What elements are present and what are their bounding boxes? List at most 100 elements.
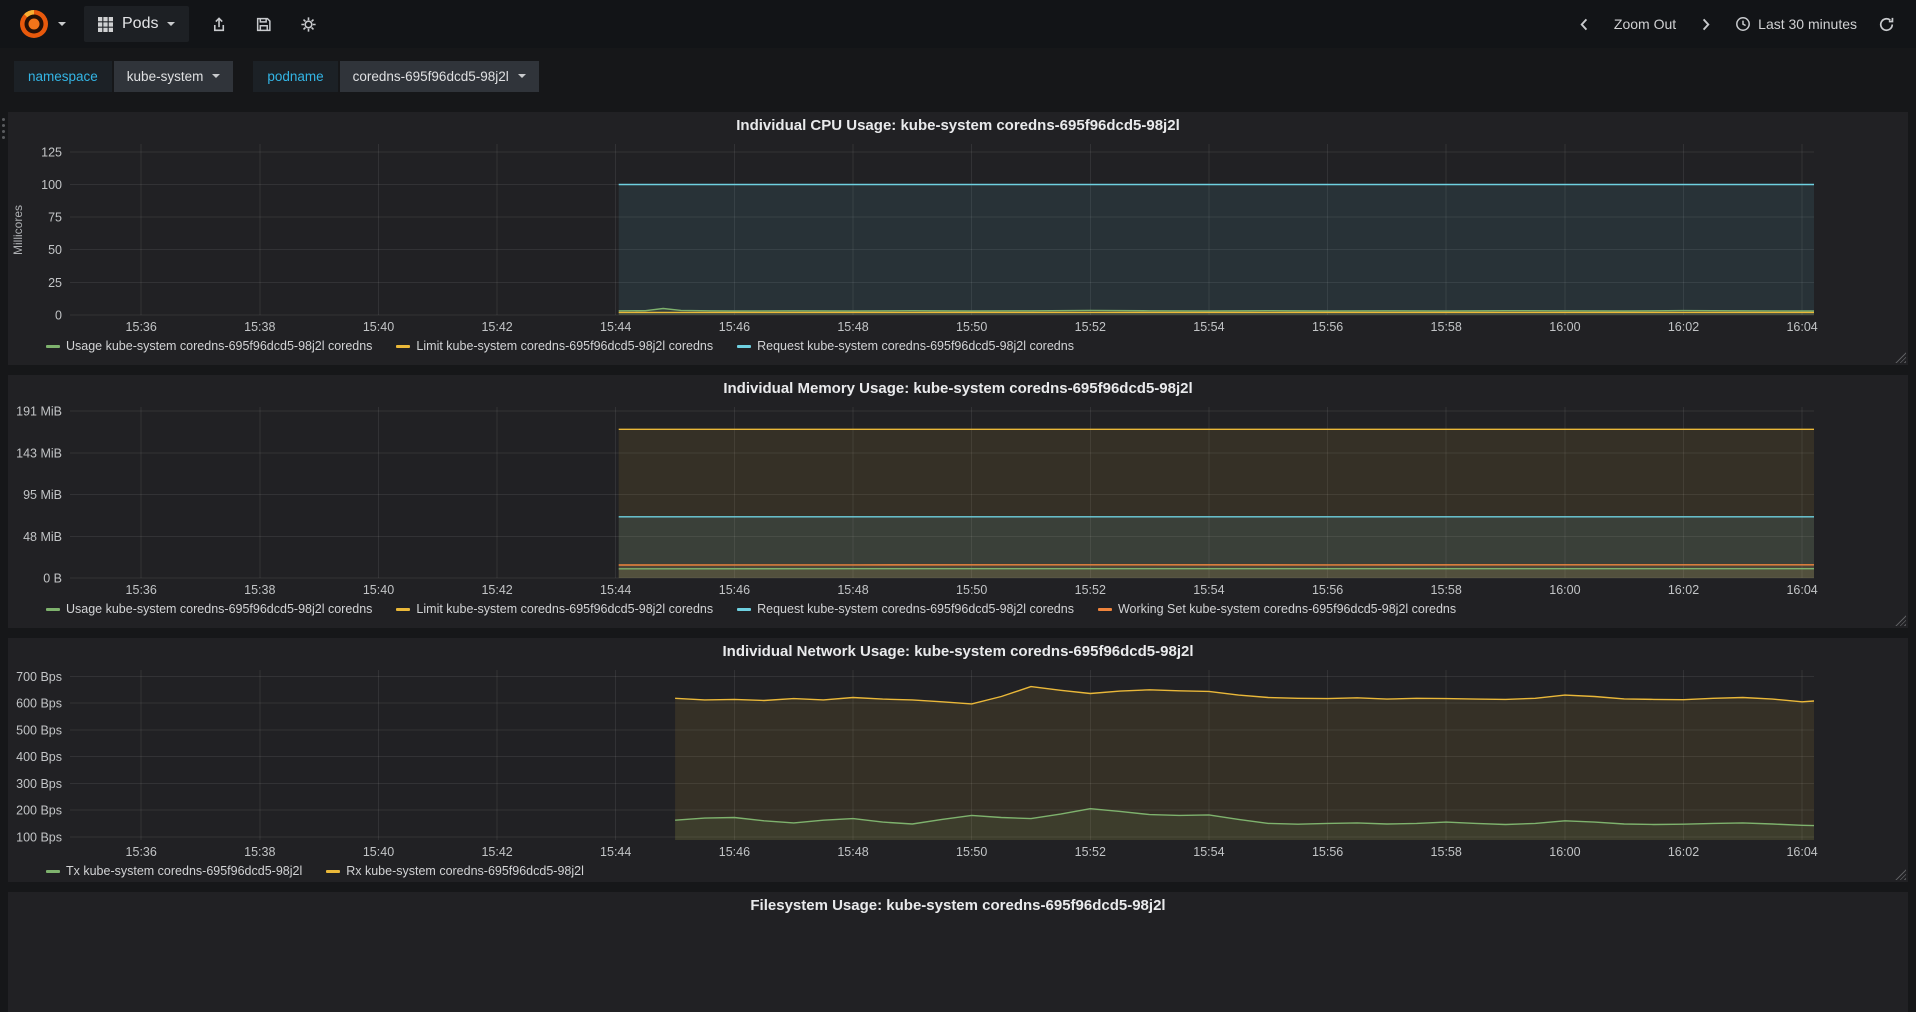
refresh-button[interactable] bbox=[1871, 10, 1902, 39]
svg-text:15:56: 15:56 bbox=[1312, 583, 1343, 597]
svg-text:16:00: 16:00 bbox=[1549, 845, 1580, 859]
panel-title-network[interactable]: Individual Network Usage: kube-system co… bbox=[8, 638, 1908, 664]
time-shift-forward-button[interactable] bbox=[1690, 10, 1721, 39]
svg-text:50: 50 bbox=[48, 243, 62, 257]
variable-podname-value: coredns-695f96dcd5-98j2l bbox=[352, 68, 509, 84]
variable-podname-dropdown[interactable]: coredns-695f96dcd5-98j2l bbox=[339, 60, 539, 92]
row-drag-handle[interactable] bbox=[2, 118, 5, 139]
caret-down-icon bbox=[58, 22, 66, 26]
svg-text:15:38: 15:38 bbox=[244, 583, 275, 597]
svg-text:15:40: 15:40 bbox=[363, 583, 394, 597]
legend-series-swatch bbox=[737, 344, 752, 348]
share-icon bbox=[214, 16, 225, 31]
svg-text:100 Bps: 100 Bps bbox=[16, 830, 62, 844]
svg-text:15:54: 15:54 bbox=[1193, 845, 1224, 859]
dashboard-settings-button[interactable] bbox=[293, 10, 324, 39]
svg-text:15:50: 15:50 bbox=[956, 320, 987, 334]
panel-network-usage: Individual Network Usage: kube-system co… bbox=[8, 638, 1908, 882]
network-usage-chart[interactable]: 15:36 15:38 15:40 15:42 15:44 15:46 15:48 15:50… bbox=[8, 664, 1908, 860]
zoom-out-button[interactable]: Zoom Out bbox=[1606, 10, 1684, 38]
clock-icon bbox=[1736, 17, 1751, 31]
legend-item[interactable]: Limit kube-system coredns-695f96dcd5-98j… bbox=[396, 602, 713, 616]
svg-text:15:52: 15:52 bbox=[1075, 320, 1106, 334]
svg-text:15:40: 15:40 bbox=[363, 845, 394, 859]
svg-text:16:02: 16:02 bbox=[1668, 320, 1699, 334]
cpu-chart-legend: Usage kube-system coredns-695f96dcd5-98j… bbox=[8, 335, 1908, 357]
variable-namespace-dropdown[interactable]: kube-system bbox=[113, 60, 234, 92]
dashboard-title: Pods bbox=[122, 15, 159, 32]
zoom-out-label: Zoom Out bbox=[1613, 16, 1677, 32]
svg-text:16:02: 16:02 bbox=[1668, 583, 1699, 597]
panel-title-cpu[interactable]: Individual CPU Usage: kube-system coredn… bbox=[8, 112, 1908, 138]
svg-text:16:04: 16:04 bbox=[1786, 845, 1817, 859]
gear-icon bbox=[301, 16, 317, 32]
svg-text:400 Bps: 400 Bps bbox=[16, 750, 62, 764]
svg-text:100: 100 bbox=[41, 178, 62, 192]
legend-item[interactable]: Usage kube-system coredns-695f96dcd5-98j… bbox=[46, 602, 372, 616]
svg-text:191 MiB: 191 MiB bbox=[16, 405, 62, 419]
svg-text:15:54: 15:54 bbox=[1193, 320, 1224, 334]
svg-text:16:02: 16:02 bbox=[1668, 845, 1699, 859]
svg-text:700 Bps: 700 Bps bbox=[16, 670, 62, 684]
caret-down-icon bbox=[212, 74, 221, 78]
legend-item[interactable]: Tx kube-system coredns-695f96dcd5-98j2l bbox=[46, 864, 302, 878]
save-icon bbox=[257, 17, 272, 31]
memory-chart-legend: Usage kube-system coredns-695f96dcd5-98j… bbox=[8, 598, 1908, 620]
save-dashboard-button[interactable] bbox=[248, 10, 279, 39]
legend-series-swatch bbox=[737, 607, 752, 611]
cpu-usage-chart[interactable]: 15:36 15:38 15:40 15:42 15:44 15:46 15:48 15:50… bbox=[8, 138, 1908, 335]
svg-text:25: 25 bbox=[48, 276, 62, 290]
svg-text:15:44: 15:44 bbox=[600, 845, 631, 859]
svg-text:48 MiB: 48 MiB bbox=[23, 530, 62, 544]
template-variables-bar: namespace kube-system podname coredns-69… bbox=[0, 48, 1916, 104]
svg-text:95 MiB: 95 MiB bbox=[23, 488, 62, 502]
variable-podname-label: podname bbox=[253, 60, 338, 92]
share-dashboard-button[interactable] bbox=[203, 10, 234, 39]
legend-series-swatch bbox=[1097, 607, 1112, 611]
panel-title-memory[interactable]: Individual Memory Usage: kube-system cor… bbox=[8, 375, 1908, 401]
panel-cpu-usage: Individual CPU Usage: kube-system coredn… bbox=[8, 112, 1908, 365]
svg-text:15:52: 15:52 bbox=[1075, 845, 1106, 859]
panel-filesystem-usage: Filesystem Usage: kube-system coredns-69… bbox=[8, 892, 1908, 1012]
variable-namespace-label: namespace bbox=[14, 60, 112, 92]
network-chart-legend: Tx kube-system coredns-695f96dcd5-98j2l R… bbox=[8, 860, 1908, 882]
svg-text:15:50: 15:50 bbox=[956, 583, 987, 597]
svg-text:15:48: 15:48 bbox=[837, 583, 868, 597]
time-range-picker-button[interactable]: Last 30 minutes bbox=[1727, 10, 1865, 38]
svg-text:500 Bps: 500 Bps bbox=[16, 723, 62, 737]
legend-series-swatch bbox=[46, 607, 60, 611]
legend-item[interactable]: Request kube-system coredns-695f96dcd5-9… bbox=[737, 602, 1074, 616]
legend-item[interactable]: Usage kube-system coredns-695f96dcd5-98j… bbox=[46, 339, 372, 353]
legend-series-label: Rx kube-system coredns-695f96dcd5-98j2l bbox=[346, 864, 584, 878]
grafana-logo-menu[interactable] bbox=[14, 4, 70, 44]
time-shift-back-button[interactable] bbox=[1569, 10, 1600, 39]
svg-text:15:42: 15:42 bbox=[481, 320, 512, 334]
svg-text:15:58: 15:58 bbox=[1431, 583, 1462, 597]
topbar-right-group: Zoom Out Last 30 minutes bbox=[1569, 10, 1902, 39]
grafana-logo-icon bbox=[20, 10, 48, 38]
legend-item[interactable]: Rx kube-system coredns-695f96dcd5-98j2l bbox=[326, 864, 584, 878]
svg-text:15:44: 15:44 bbox=[600, 320, 631, 334]
legend-item[interactable]: Working Set kube-system coredns-695f96dc… bbox=[1097, 602, 1456, 616]
svg-text:15:50: 15:50 bbox=[956, 845, 987, 859]
dashboard-picker-button[interactable]: Pods bbox=[84, 6, 190, 42]
panel-title-filesystem[interactable]: Filesystem Usage: kube-system coredns-69… bbox=[8, 892, 1908, 918]
legend-series-swatch bbox=[46, 869, 60, 873]
panel-memory-usage: Individual Memory Usage: kube-system cor… bbox=[8, 375, 1908, 628]
svg-text:15:36: 15:36 bbox=[126, 845, 157, 859]
svg-text:15:40: 15:40 bbox=[363, 320, 394, 334]
legend-item[interactable]: Request kube-system coredns-695f96dcd5-9… bbox=[737, 339, 1074, 353]
svg-text:125: 125 bbox=[41, 145, 62, 159]
svg-text:15:58: 15:58 bbox=[1431, 845, 1462, 859]
chevron-right-icon bbox=[1703, 18, 1710, 30]
memory-usage-chart[interactable]: 15:36 15:38 15:40 15:42 15:44 15:46 15:48 15:50… bbox=[8, 401, 1908, 598]
legend-series-swatch bbox=[396, 344, 411, 348]
chevron-left-icon bbox=[1580, 18, 1588, 30]
caret-down-icon bbox=[517, 74, 526, 78]
svg-text:15:36: 15:36 bbox=[126, 583, 157, 597]
svg-text:16:04: 16:04 bbox=[1786, 583, 1817, 597]
legend-item[interactable]: Limit kube-system coredns-695f96dcd5-98j… bbox=[396, 339, 713, 353]
svg-text:15:42: 15:42 bbox=[481, 845, 512, 859]
svg-text:15:58: 15:58 bbox=[1431, 320, 1462, 334]
svg-text:200 Bps: 200 Bps bbox=[16, 804, 62, 818]
